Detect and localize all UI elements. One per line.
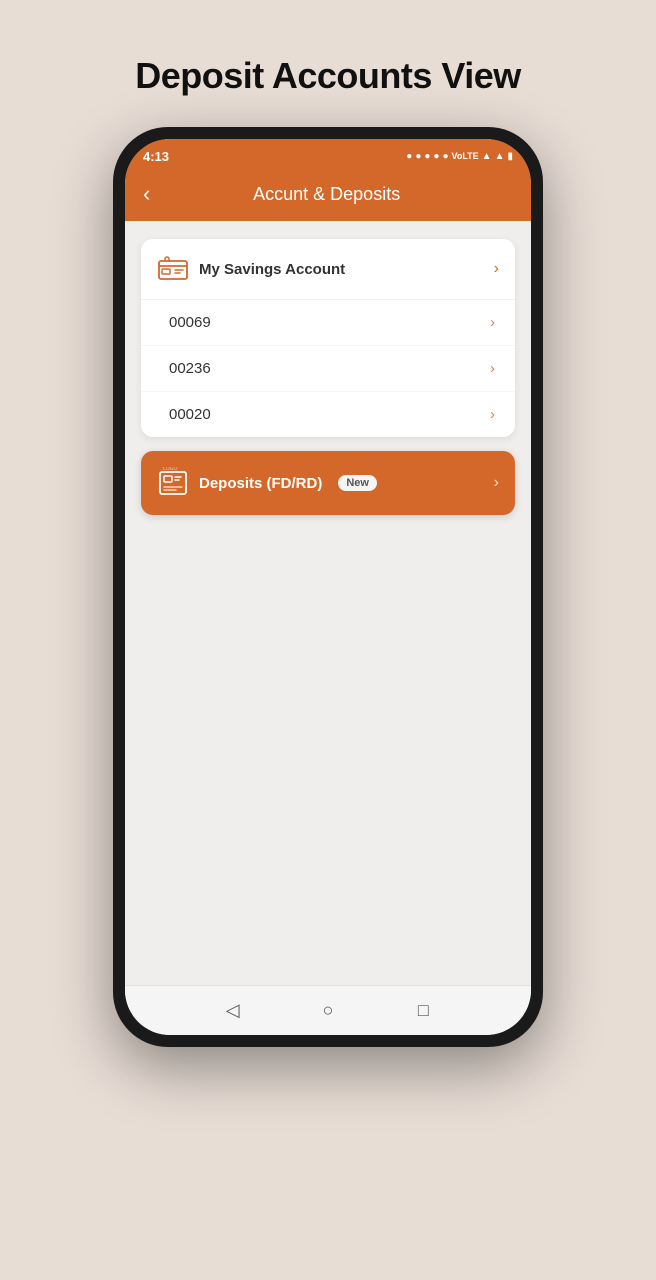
status-time: 4:13 xyxy=(143,149,169,164)
phone-frame: 4:13 ● ● ● ● ● VoLTE ▲ ▲ ▮ ‹ Accunt & De… xyxy=(113,127,543,1047)
account-chevron-1: › xyxy=(490,314,495,331)
nav-recent-button[interactable]: □ xyxy=(412,1000,434,1022)
nav-back-button[interactable]: ◁ xyxy=(222,1000,244,1022)
savings-chevron: › xyxy=(494,260,499,278)
header-title: Accunt & Deposits xyxy=(162,184,491,205)
deposits-card-title: Deposits (FD/RD) xyxy=(199,475,322,492)
content-area: My Savings Account › 00069 › 00236 › 000… xyxy=(125,221,531,985)
notification-icon: ● xyxy=(442,151,448,162)
savings-card-header[interactable]: My Savings Account › xyxy=(141,239,515,300)
deposits-chevron: › xyxy=(494,474,499,492)
account-item-2[interactable]: 00236 › xyxy=(141,346,515,392)
account-number-3: 00020 xyxy=(169,406,211,423)
savings-icon xyxy=(157,253,189,285)
savings-card-title: My Savings Account xyxy=(199,261,345,278)
volte-icon: VoLTE xyxy=(452,151,479,161)
deposits-card[interactable]: LOGO Deposits (FD/RD) New › xyxy=(141,451,515,515)
account-number-1: 00069 xyxy=(169,314,211,331)
app-header: ‹ Accunt & Deposits xyxy=(125,171,531,221)
account-chevron-2: › xyxy=(490,360,495,377)
account-item-1[interactable]: 00069 › xyxy=(141,300,515,346)
status-bar: 4:13 ● ● ● ● ● VoLTE ▲ ▲ ▮ xyxy=(125,139,531,171)
savings-header-left: My Savings Account xyxy=(157,253,345,285)
sync-icon: ● xyxy=(424,151,430,162)
deposits-icon: LOGO xyxy=(157,467,189,499)
deposits-card-header: LOGO Deposits (FD/RD) New › xyxy=(141,451,515,515)
deposits-header-left: LOGO Deposits (FD/RD) New xyxy=(157,467,377,499)
svg-text:LOGO: LOGO xyxy=(163,467,178,472)
phone-screen: 4:13 ● ● ● ● ● VoLTE ▲ ▲ ▮ ‹ Accunt & De… xyxy=(125,139,531,1035)
wifi-icon: ▲ xyxy=(482,151,492,162)
savings-card: My Savings Account › 00069 › 00236 › 000… xyxy=(141,239,515,437)
page-title: Deposit Accounts View xyxy=(135,55,521,97)
account-number-2: 00236 xyxy=(169,360,211,377)
new-badge: New xyxy=(338,475,377,491)
battery-icon: ▮ xyxy=(507,151,513,162)
account-item-3[interactable]: 00020 › xyxy=(141,392,515,437)
media-icon: ● xyxy=(433,151,439,162)
whatsapp-icon: ● xyxy=(406,151,412,162)
status-icons-group: ● ● ● ● ● VoLTE ▲ ▲ ▮ xyxy=(406,151,513,162)
nav-home-button[interactable]: ○ xyxy=(317,1000,339,1022)
messages-icon: ● xyxy=(415,151,421,162)
account-chevron-3: › xyxy=(490,406,495,423)
back-button[interactable]: ‹ xyxy=(143,183,150,205)
bottom-nav: ◁ ○ □ xyxy=(125,985,531,1035)
signal-icon: ▲ xyxy=(495,151,505,162)
